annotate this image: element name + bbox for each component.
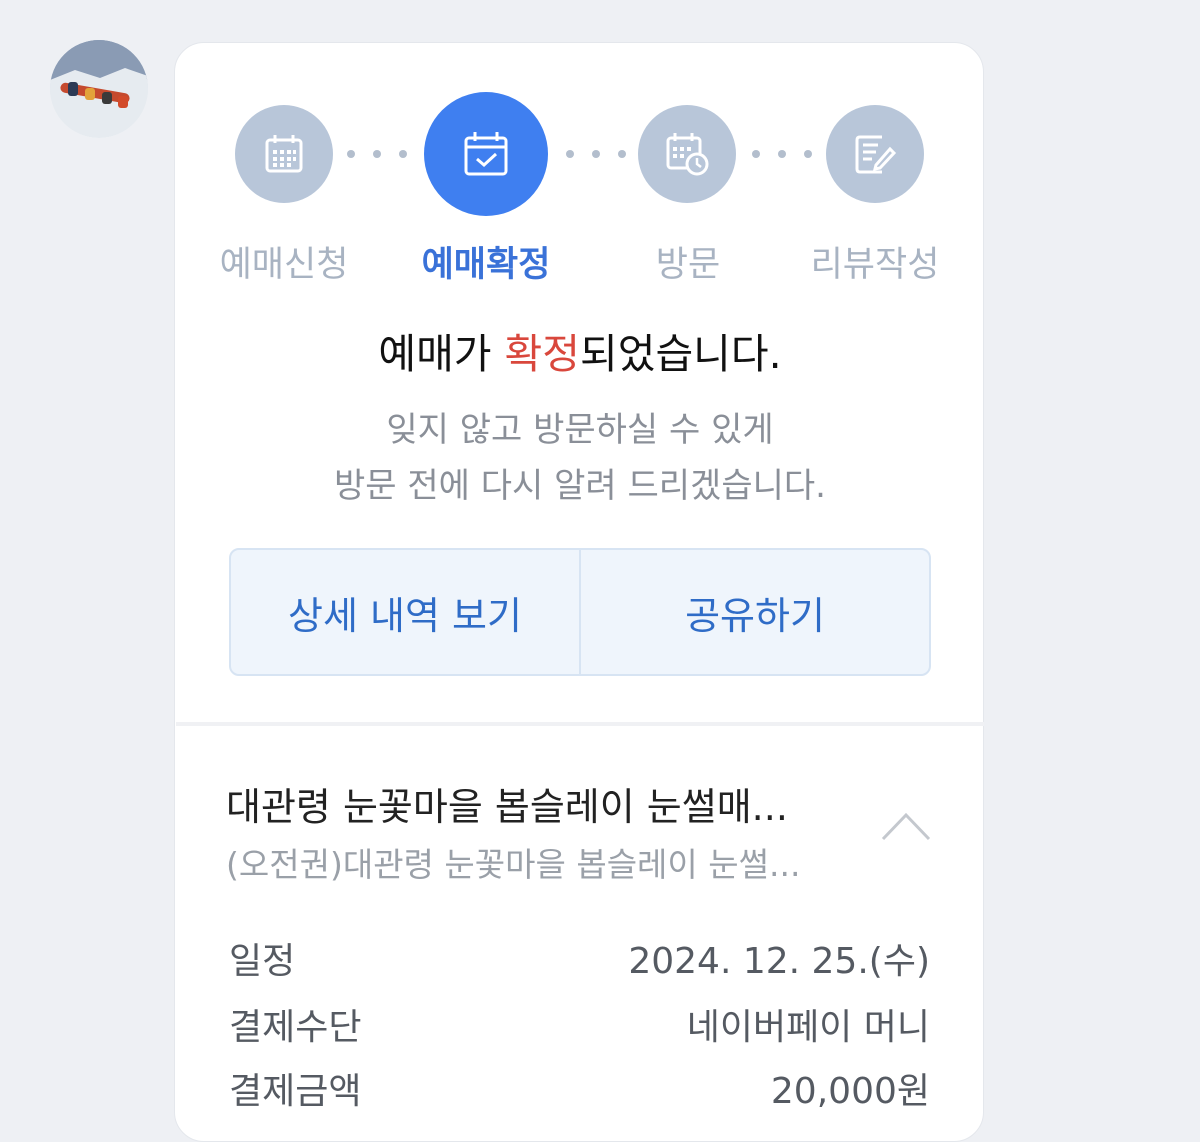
share-button[interactable]: 공유하기 xyxy=(579,550,929,674)
calendar-clock-icon xyxy=(666,133,709,176)
step-connector-1 xyxy=(347,150,407,160)
section-divider xyxy=(176,722,984,726)
schedule-label: 일정 xyxy=(229,941,296,982)
action-button-group: 상세 내역 보기 공유하기 xyxy=(229,548,931,676)
avatar-image xyxy=(50,40,148,138)
edit-note-icon xyxy=(855,135,897,174)
payment-method-value: 네이버페이 머니 xyxy=(686,1007,930,1048)
step-visit-circle xyxy=(638,105,736,203)
step-label-request: 예매신청 xyxy=(219,245,349,285)
headline-accent: 확정 xyxy=(504,330,580,378)
booking-subtitle: (오전권)대관령 눈꽃마을 봅슬레이 눈썰... xyxy=(226,845,801,884)
headline-suffix: 되었습니다. xyxy=(580,330,782,378)
step-connector-3 xyxy=(752,150,812,160)
headline-prefix: 예매가 xyxy=(378,330,505,378)
schedule-value: 2024. 12. 25.(수) xyxy=(628,941,930,982)
booking-title: 대관령 눈꽃마을 봅슬레이 눈썰매... xyxy=(226,785,788,829)
reminder-message-line1: 잊지 않고 방문하실 수 있게 xyxy=(386,410,774,450)
step-label-visit: 방문 xyxy=(655,245,721,285)
confirmation-headline: 예매가 확정되었습니다. xyxy=(0,320,1160,380)
payment-method-label: 결제수단 xyxy=(229,1007,362,1048)
calendar-grid-icon xyxy=(265,135,303,173)
view-details-button[interactable]: 상세 내역 보기 xyxy=(231,550,579,674)
step-label-confirm: 예매확정 xyxy=(421,245,551,285)
payment-amount-value: 20,000원 xyxy=(770,1071,930,1112)
step-confirm-circle xyxy=(424,92,548,216)
collapse-button[interactable] xyxy=(880,805,932,845)
step-review-circle xyxy=(826,105,924,203)
avatar[interactable] xyxy=(50,40,148,138)
step-connector-2 xyxy=(566,150,626,160)
calendar-check-icon xyxy=(464,132,508,176)
step-label-review: 리뷰작성 xyxy=(810,245,940,285)
chevron-up-icon xyxy=(881,812,931,841)
reminder-message-line2: 방문 전에 다시 알려 드리겠습니다. xyxy=(334,466,826,506)
step-request-circle xyxy=(235,105,333,203)
payment-amount-label: 결제금액 xyxy=(229,1071,362,1112)
